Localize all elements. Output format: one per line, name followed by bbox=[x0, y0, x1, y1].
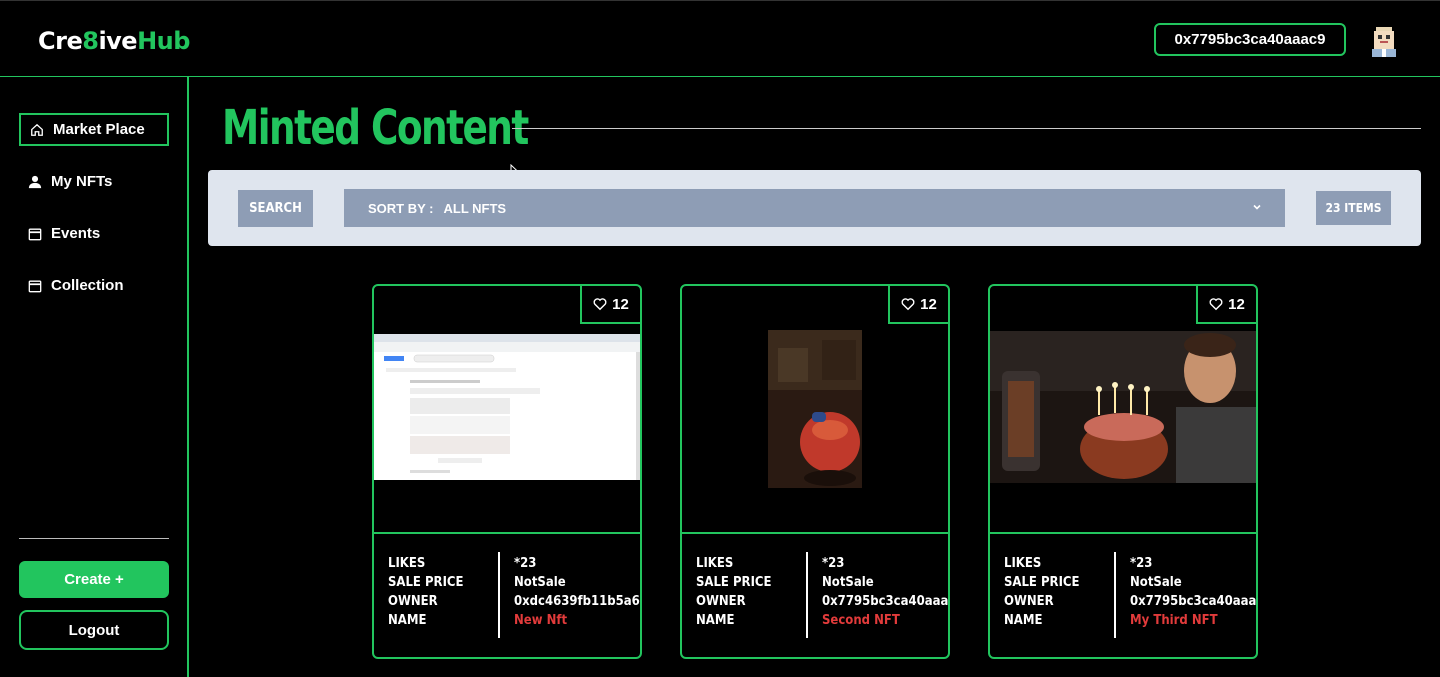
nft-info-panel: LIKES SALE PRICE OWNER NAME *23 NotSale … bbox=[990, 532, 1258, 657]
like-count: 12 bbox=[612, 295, 629, 313]
search-button[interactable]: SEARCH bbox=[238, 190, 313, 227]
create-button[interactable]: Create + bbox=[19, 561, 169, 598]
name-value: My Third NFT bbox=[1130, 613, 1218, 628]
info-separator bbox=[806, 552, 808, 638]
name-value: Second NFT bbox=[822, 613, 900, 628]
owner-value: 0xdc4639fb11b5a69d bbox=[514, 594, 640, 609]
name-value: New Nft bbox=[514, 613, 568, 628]
like-button[interactable]: 12 bbox=[580, 286, 640, 324]
like-button[interactable]: 12 bbox=[888, 286, 948, 324]
sale-price-key: SALE PRICE bbox=[388, 575, 464, 590]
owner-key: OWNER bbox=[388, 594, 438, 609]
logo-text-cre: Cre bbox=[38, 27, 83, 55]
user-icon bbox=[28, 175, 42, 188]
name-key: NAME bbox=[1004, 613, 1043, 628]
nft-card[interactable]: 12 LIKES SALE PRICE OWNER NAME *23 NotSa… bbox=[680, 284, 950, 659]
sort-by-value: ALL NFTS bbox=[443, 200, 507, 216]
calendar-icon bbox=[28, 280, 42, 292]
likes-value: *23 bbox=[822, 556, 845, 571]
info-keys: LIKES SALE PRICE OWNER NAME bbox=[696, 554, 772, 630]
info-keys: LIKES SALE PRICE OWNER NAME bbox=[1004, 554, 1080, 630]
sidebar-item-label: Collection bbox=[51, 277, 124, 294]
sidebar-divider bbox=[19, 538, 169, 539]
sidebar-item-market-place[interactable]: Market Place bbox=[19, 113, 169, 146]
owner-value: 0x7795bc3ca40aaac9 bbox=[822, 594, 950, 609]
name-key: NAME bbox=[388, 613, 427, 628]
nft-image bbox=[990, 331, 1256, 483]
app-logo[interactable]: Cre8iveHub bbox=[38, 27, 190, 55]
info-values: *23 NotSale 0x7795bc3ca40aaac9 My Third … bbox=[1130, 554, 1258, 630]
sort-by-select[interactable]: SORT BY : ALL NFTS bbox=[344, 189, 1285, 227]
likes-value: *23 bbox=[1130, 556, 1153, 571]
owner-value: 0x7795bc3ca40aaac9 bbox=[1130, 594, 1258, 609]
page-title: Minted Content bbox=[222, 100, 529, 156]
top-header: Cre8iveHub 0x7795bc3ca40aaac9 bbox=[0, 0, 1440, 77]
like-count: 12 bbox=[1228, 295, 1245, 313]
nft-card[interactable]: 12 LIKES SALE PRICE OWNER NAME *23 NotSa… bbox=[372, 284, 642, 659]
nft-card[interactable]: 12 LIKES SALE PRICE OWNER NAME *23 NotSa… bbox=[988, 284, 1258, 659]
sidebar: Market Place My NFTs Events Collection C… bbox=[0, 77, 189, 677]
heart-icon bbox=[901, 298, 915, 311]
sale-price-value: NotSale bbox=[1130, 575, 1182, 590]
sidebar-item-events[interactable]: Events bbox=[19, 217, 169, 250]
sidebar-item-label: My NFTs bbox=[51, 173, 113, 190]
sale-price-key: SALE PRICE bbox=[1004, 575, 1080, 590]
nft-info-panel: LIKES SALE PRICE OWNER NAME *23 NotSale … bbox=[374, 532, 640, 657]
likes-key: LIKES bbox=[388, 556, 426, 571]
nft-info-panel: LIKES SALE PRICE OWNER NAME *23 NotSale … bbox=[682, 532, 950, 657]
sale-price-value: NotSale bbox=[514, 575, 566, 590]
info-separator bbox=[1114, 552, 1116, 638]
wallet-address-button[interactable]: 0x7795bc3ca40aaac9 bbox=[1154, 23, 1346, 56]
sale-price-key: SALE PRICE bbox=[696, 575, 772, 590]
title-divider bbox=[512, 128, 1421, 129]
sidebar-item-my-nfts[interactable]: My NFTs bbox=[19, 165, 169, 198]
logo-text-8: 8 bbox=[82, 27, 99, 55]
heart-icon bbox=[1209, 298, 1223, 311]
info-keys: LIKES SALE PRICE OWNER NAME bbox=[388, 554, 464, 630]
owner-key: OWNER bbox=[1004, 594, 1054, 609]
sidebar-item-label: Market Place bbox=[53, 121, 145, 138]
like-count: 12 bbox=[920, 295, 937, 313]
home-icon bbox=[31, 123, 43, 136]
sidebar-item-label: Events bbox=[51, 225, 101, 242]
logo-text-ive: ive bbox=[98, 27, 138, 55]
sale-price-value: NotSale bbox=[822, 575, 874, 590]
nft-image bbox=[682, 330, 948, 490]
nft-image bbox=[374, 334, 640, 480]
info-values: *23 NotSale 0xdc4639fb11b5a69d New Nft bbox=[514, 554, 640, 630]
likes-key: LIKES bbox=[1004, 556, 1042, 571]
owner-key: OWNER bbox=[696, 594, 746, 609]
heart-icon bbox=[593, 298, 607, 311]
like-button[interactable]: 12 bbox=[1196, 286, 1256, 324]
logo-text-hub: Hub bbox=[137, 27, 190, 55]
avatar[interactable] bbox=[1368, 25, 1400, 57]
likes-key: LIKES bbox=[696, 556, 734, 571]
likes-value: *23 bbox=[514, 556, 537, 571]
filter-toolbar: SEARCH SORT BY : ALL NFTS 23 ITEMS bbox=[208, 170, 1421, 246]
logout-button[interactable]: Logout bbox=[19, 610, 169, 650]
sort-by-label: SORT BY : bbox=[368, 200, 434, 216]
calendar-icon bbox=[28, 228, 42, 240]
chevron-down-icon bbox=[1253, 204, 1261, 210]
sidebar-item-collection[interactable]: Collection bbox=[19, 269, 169, 302]
info-separator bbox=[498, 552, 500, 638]
items-count-badge: 23 ITEMS bbox=[1316, 191, 1391, 225]
info-values: *23 NotSale 0x7795bc3ca40aaac9 Second NF… bbox=[822, 554, 950, 630]
name-key: NAME bbox=[696, 613, 735, 628]
